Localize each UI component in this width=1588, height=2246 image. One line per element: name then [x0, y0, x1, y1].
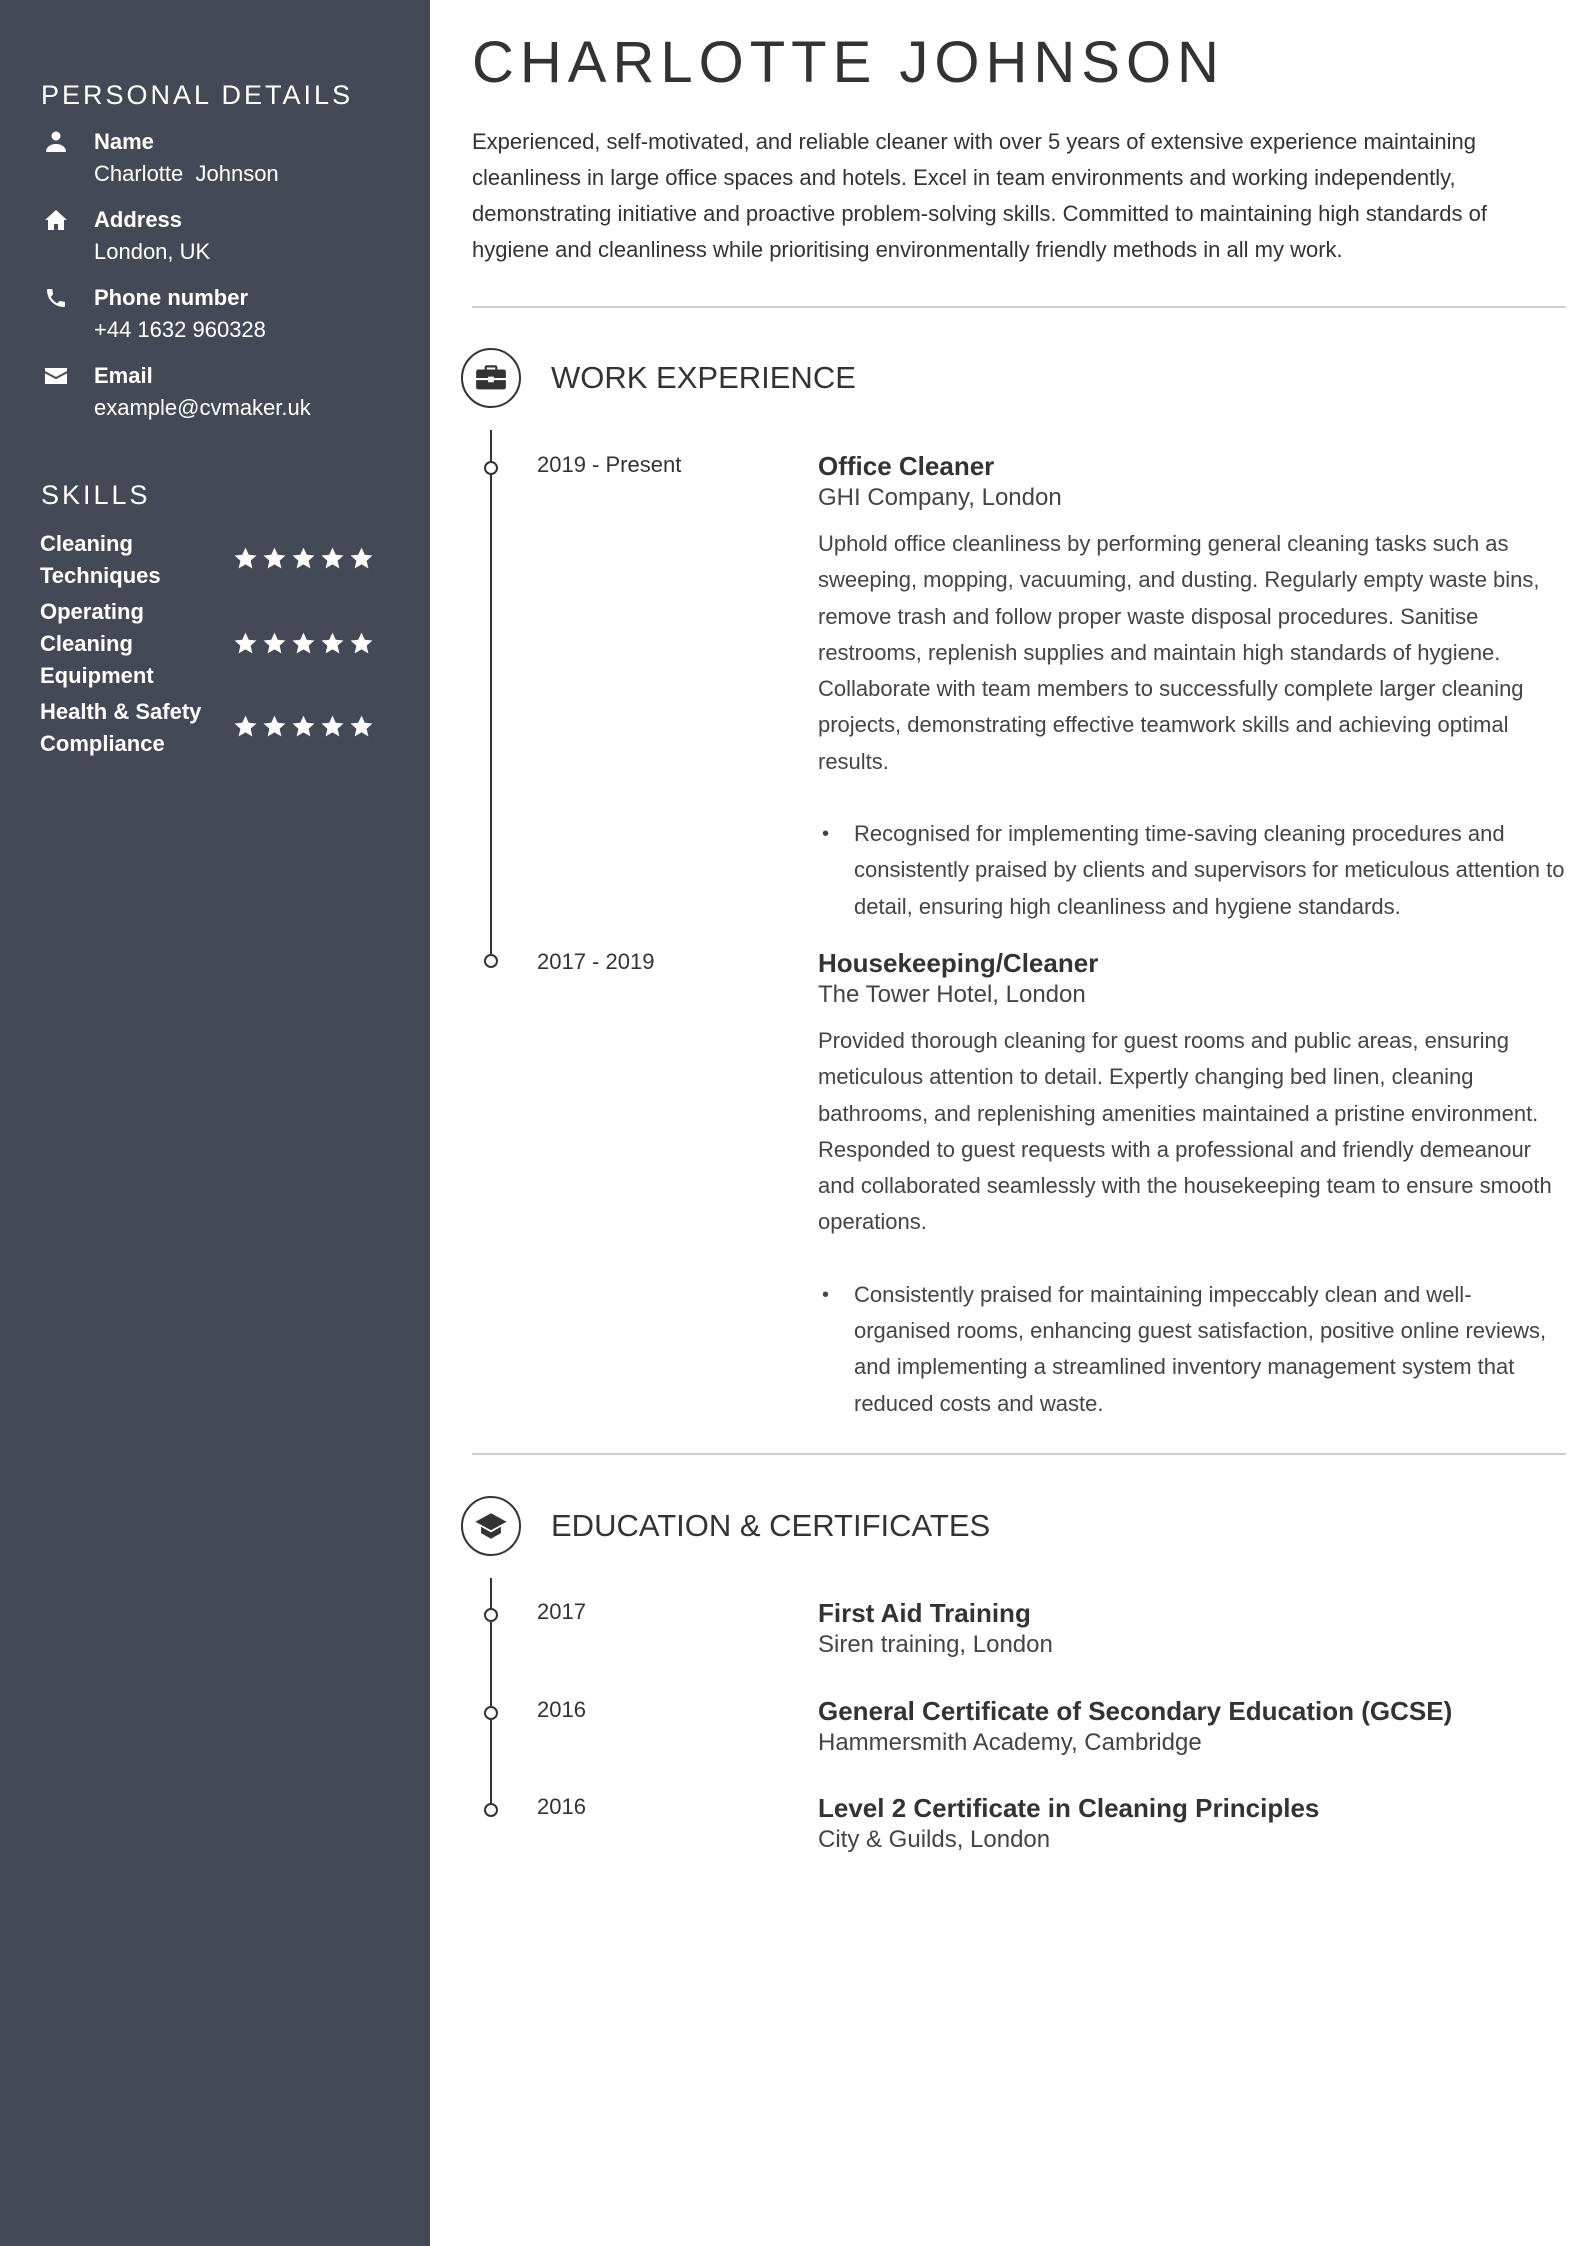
- personal-details-heading: PERSONAL DETAILS: [41, 80, 354, 110]
- work-entry: Housekeeping/Cleaner The Tower Hotel, Lo…: [818, 947, 1568, 1422]
- skill-label: Operating Cleaning Equipment: [40, 599, 154, 688]
- job-description: Uphold office cleanliness by performing …: [818, 531, 1540, 774]
- star-icon: [291, 631, 316, 656]
- detail-label: Name: [94, 129, 154, 154]
- detail-value: Charlotte Johnson: [94, 161, 279, 186]
- institution: Hammersmith Academy, Cambridge: [818, 1729, 1202, 1756]
- candidate-name: CHARLOTTE JOHNSON: [472, 30, 1225, 95]
- timeline-dot: [484, 461, 498, 475]
- work-timeline-line: [490, 430, 492, 961]
- education-date: 2016: [537, 1697, 586, 1722]
- education-section-icon: [461, 1496, 521, 1556]
- home-icon: [44, 208, 68, 232]
- envelope-icon: [44, 364, 68, 388]
- job-description: Provided thorough cleaning for guest roo…: [818, 1028, 1552, 1235]
- section-divider: [472, 306, 1566, 308]
- institution: City & Guilds, London: [818, 1826, 1051, 1853]
- graduation-cap-icon: [474, 1509, 508, 1543]
- skill-rating: [233, 546, 374, 571]
- job-title: Housekeeping/Cleaner: [818, 948, 1099, 978]
- achievement-text: Consistently praised for maintaining imp…: [854, 1281, 1547, 1416]
- work-entry: Office Cleaner GHI Company, London Uphol…: [818, 450, 1568, 925]
- timeline-dot: [484, 954, 498, 968]
- profile-summary: Experienced, self-motivated, and reliabl…: [472, 129, 1487, 262]
- institution: Siren training, London: [818, 1631, 1053, 1658]
- detail-label: Address: [94, 207, 183, 232]
- timeline-dot: [484, 1803, 498, 1817]
- timeline-dot: [484, 1706, 498, 1720]
- star-icon: [233, 631, 258, 656]
- detail-value: +44 1632 960328: [94, 317, 266, 342]
- star-icon: [262, 546, 287, 571]
- detail-value: London, UK: [94, 239, 211, 264]
- education-entry: Level 2 Certificate in Cleaning Principl…: [818, 1792, 1568, 1856]
- skill-label: Cleaning Techniques: [40, 531, 161, 588]
- achievement-text: Recognised for implementing time-saving …: [854, 821, 1565, 919]
- achievement-list: • Recognised for implementing time-saving…: [818, 816, 1568, 925]
- skill-rating: [233, 631, 374, 656]
- job-title: Office Cleaner: [818, 451, 995, 481]
- star-icon: [262, 714, 287, 739]
- sidebar: PERSONAL DETAILS Name Charlotte Johnson …: [0, 0, 430, 2246]
- briefcase-icon: [474, 361, 508, 395]
- star-icon: [349, 546, 374, 571]
- work-section-icon: [461, 348, 521, 408]
- education-date: 2016: [537, 1794, 586, 1819]
- education-heading: EDUCATION & CERTIFICATES: [551, 1508, 991, 1543]
- employer: The Tower Hotel, London: [818, 981, 1086, 1008]
- star-icon: [320, 714, 345, 739]
- achievement-item: • Recognised for implementing time-saving…: [822, 816, 1568, 925]
- star-icon: [320, 546, 345, 571]
- detail-label: Phone number: [94, 285, 249, 310]
- star-icon: [291, 546, 316, 571]
- education-entry: First Aid Training Siren training, Londo…: [818, 1597, 1568, 1661]
- person-icon: [44, 130, 68, 154]
- timeline-dot: [484, 1608, 498, 1622]
- bullet-icon: •: [822, 1283, 830, 1306]
- star-icon: [291, 714, 316, 739]
- qualification-title: Level 2 Certificate in Cleaning Principl…: [818, 1793, 1320, 1823]
- qualification-title: General Certificate of Secondary Educati…: [818, 1696, 1453, 1726]
- employer: GHI Company, London: [818, 484, 1062, 511]
- detail-label: Email: [94, 363, 153, 388]
- work-experience-heading: WORK EXPERIENCE: [551, 360, 856, 395]
- education-entry: General Certificate of Secondary Educati…: [818, 1695, 1568, 1759]
- star-icon: [233, 546, 258, 571]
- skill-rating: [233, 714, 374, 739]
- star-icon: [233, 714, 258, 739]
- star-icon: [349, 714, 374, 739]
- section-divider: [472, 1453, 1566, 1455]
- skills-heading: SKILLS: [41, 480, 151, 510]
- phone-icon: [44, 286, 68, 310]
- bullet-icon: •: [822, 823, 830, 846]
- qualification-title: First Aid Training: [818, 1598, 1031, 1628]
- star-icon: [349, 631, 374, 656]
- skill-label: Health & Safety Compliance: [40, 699, 202, 756]
- star-icon: [262, 631, 287, 656]
- detail-value: example@cvmaker.uk: [94, 395, 311, 420]
- education-date: 2017: [537, 1599, 586, 1624]
- work-date: 2019 - Present: [537, 452, 682, 477]
- achievement-item: • Consistently praised for maintaining im…: [822, 1277, 1568, 1422]
- work-date: 2017 - 2019: [537, 949, 655, 974]
- achievement-list: • Consistently praised for maintaining im…: [818, 1277, 1568, 1422]
- star-icon: [320, 631, 345, 656]
